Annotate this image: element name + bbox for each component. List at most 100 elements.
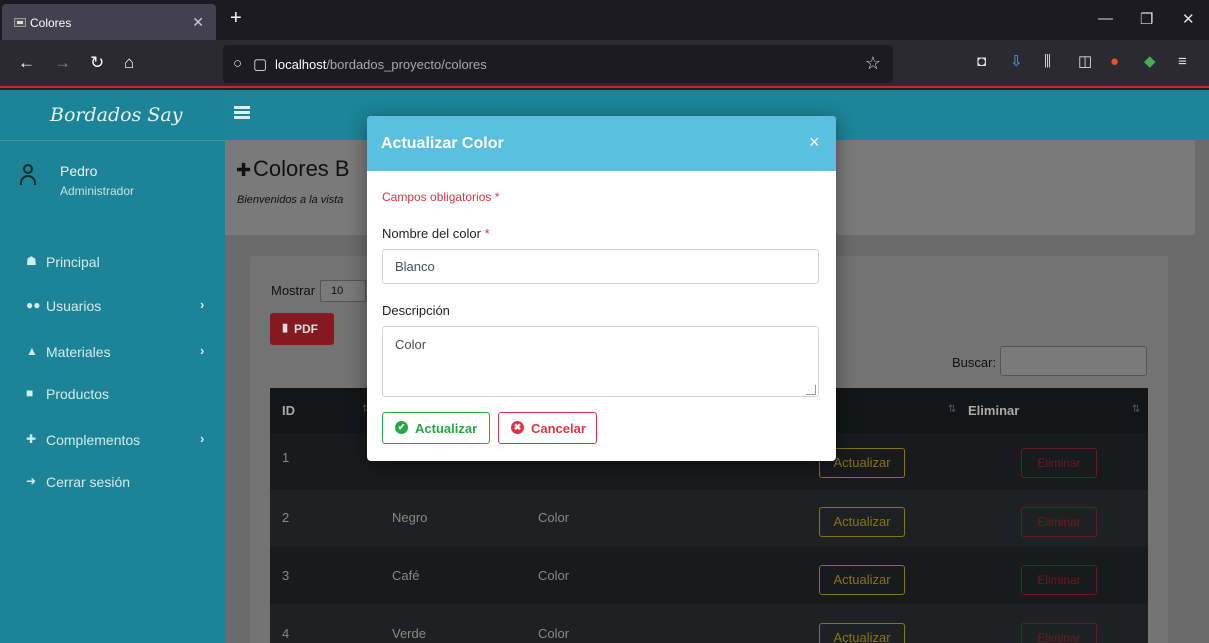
search-input[interactable] xyxy=(1000,346,1147,376)
cell-description: Color xyxy=(538,626,570,641)
sidebar-toggle-icon[interactable]: ◫ xyxy=(1078,54,1092,69)
chevron-right-icon: › xyxy=(200,297,205,312)
page-subtitle: Bienvenidos a la vista xyxy=(237,194,344,206)
description-textarea[interactable]: Color xyxy=(382,326,819,397)
modal-header: Actualizar Color × xyxy=(367,116,836,171)
pdf-export-button[interactable]: ▮ PDF xyxy=(270,313,334,345)
page-icon: ▢ xyxy=(253,56,268,73)
chevron-right-icon: › xyxy=(200,431,205,446)
cell-description: Color xyxy=(538,568,570,583)
description-field-label: Descripción xyxy=(382,303,450,318)
shield-icon[interactable]: ○ xyxy=(233,55,242,72)
brand-logo[interactable]: Bordados Say xyxy=(50,104,182,126)
sidebar-item-label: Usuarios xyxy=(46,298,102,314)
minimize-icon[interactable]: — xyxy=(1098,10,1113,27)
url-text: localhost/bordados_proyecto/colores xyxy=(275,57,487,72)
cancel-button[interactable]: ✖ Cancelar xyxy=(498,412,597,444)
name-field-label: Nombre del color * xyxy=(382,226,490,241)
sidebar-item-label: Materiales xyxy=(46,344,111,360)
forward-icon[interactable]: → xyxy=(54,54,71,71)
update-row-button[interactable]: Actualizar xyxy=(819,565,905,595)
cell-name: Negro xyxy=(392,510,428,525)
user-role: Administrador xyxy=(60,184,135,198)
page-title: Colores B xyxy=(253,156,350,181)
url-bar[interactable]: ○ ▢ localhost/bordados_proyecto/colores … xyxy=(223,45,893,83)
search-label: Buscar: xyxy=(952,355,997,370)
download-icon[interactable]: ⇩ xyxy=(1010,54,1023,69)
materials-icon: ▲ xyxy=(26,344,38,358)
restore-icon[interactable]: ❐ xyxy=(1140,10,1153,28)
browser-tabbar: Colores ✕ + — ❐ ✕ xyxy=(0,0,1209,40)
hamburger-menu-icon[interactable] xyxy=(234,106,250,120)
cancel-button-label: Cancelar xyxy=(531,421,586,436)
column-header-eliminar[interactable]: Eliminar xyxy=(968,403,1019,418)
delete-row-button[interactable]: Eliminar xyxy=(1021,565,1097,595)
sidebar-item-label: Productos xyxy=(46,386,110,402)
sidebar-item-productos[interactable]: ■ Productos xyxy=(0,380,225,410)
sort-icon[interactable]: ⇅ xyxy=(1132,404,1140,415)
cell-name: Verde xyxy=(392,626,426,641)
home-icon[interactable]: ⌂ xyxy=(124,54,134,71)
bag-icon: ■ xyxy=(26,386,34,400)
update-row-button[interactable]: Actualizar xyxy=(819,507,905,537)
sidebar-item-principal[interactable]: ☗ Principal xyxy=(0,248,225,278)
sidebar: Bordados Say Pedro Administrador ☗ Princ… xyxy=(0,90,225,643)
update-button[interactable]: ✔ Actualizar xyxy=(382,412,490,444)
sidebar-item-label: Principal xyxy=(46,254,100,270)
close-icon[interactable]: × xyxy=(809,132,820,153)
times-circle-icon: ✖ xyxy=(511,421,524,434)
update-color-modal: Actualizar Color × Campos obligatorios *… xyxy=(367,116,836,461)
pdf-button-label: PDF xyxy=(294,322,318,336)
users-icon: ●● xyxy=(26,298,41,312)
sidebar-item-cerrar-sesion[interactable]: ➜ Cerrar sesión xyxy=(0,468,225,498)
resize-handle-icon[interactable] xyxy=(806,385,816,395)
required-fields-note: Campos obligatorios * xyxy=(382,190,500,204)
sort-icon[interactable]: ⇅ xyxy=(948,404,956,415)
new-tab-icon[interactable]: + xyxy=(230,8,242,28)
user-icon xyxy=(20,164,36,186)
chevron-right-icon: › xyxy=(200,343,205,358)
browser-navbar: ← → ↻ ⌂ ○ ▢ localhost/bordados_proyecto/… xyxy=(0,40,1209,88)
cell-id: 4 xyxy=(282,626,290,641)
cell-id: 1 xyxy=(282,450,290,465)
sidebar-item-complementos[interactable]: ✚ Complementos › xyxy=(0,426,225,456)
back-icon[interactable]: ← xyxy=(18,54,35,71)
puzzle-icon: ✚ xyxy=(26,432,37,446)
file-pdf-icon: ▮ xyxy=(282,322,289,334)
cell-id: 2 xyxy=(282,510,290,525)
bookmark-star-icon[interactable]: ☆ xyxy=(865,53,881,74)
modal-title: Actualizar Color xyxy=(381,135,504,152)
sidebar-item-materiales[interactable]: ▲ Materiales › xyxy=(0,338,225,368)
delete-row-button[interactable]: Eliminar xyxy=(1021,507,1097,537)
puzzle-icon: ✚ xyxy=(236,160,252,180)
window-close-icon[interactable]: ✕ xyxy=(1182,10,1195,28)
cell-description: Color xyxy=(538,510,570,525)
pocket-icon[interactable]: ◘ xyxy=(977,54,986,69)
sidebar-item-label: Complementos xyxy=(46,432,141,448)
close-tab-icon[interactable]: ✕ xyxy=(192,14,204,31)
cell-id: 3 xyxy=(282,568,290,583)
extension-icon[interactable]: ● xyxy=(1110,54,1119,69)
page-length-select[interactable]: 10 xyxy=(320,280,366,302)
update-button-label: Actualizar xyxy=(415,421,478,436)
delete-row-button[interactable]: Eliminar xyxy=(1021,623,1097,643)
mostrar-label: Mostrar xyxy=(271,283,316,298)
delete-row-button[interactable]: Eliminar xyxy=(1021,448,1097,478)
divider xyxy=(0,140,225,141)
reload-icon[interactable]: ↻ xyxy=(90,54,104,71)
home-icon: ☗ xyxy=(26,254,37,268)
favicon-icon xyxy=(14,18,26,27)
browser-tab[interactable]: Colores ✕ xyxy=(2,4,216,40)
table-row: 2 Negro Color Actualizar Eliminar xyxy=(270,490,1148,547)
update-row-button[interactable]: Actualizar xyxy=(819,623,905,643)
check-circle-icon: ✔ xyxy=(395,421,408,434)
library-icon[interactable]: ⫼ xyxy=(1044,54,1051,69)
page: Bordados Say Pedro Administrador ☗ Princ… xyxy=(0,90,1209,643)
user-name: Pedro xyxy=(60,163,98,179)
sidebar-item-usuarios[interactable]: ●● Usuarios › xyxy=(0,292,225,322)
color-name-input[interactable] xyxy=(382,249,819,284)
table-row: 4 Verde Color Actualizar Eliminar xyxy=(270,604,1148,643)
column-header-id[interactable]: ID xyxy=(282,403,295,418)
extension-icon[interactable]: ◆ xyxy=(1144,54,1156,69)
menu-icon[interactable]: ≡ xyxy=(1178,54,1187,69)
